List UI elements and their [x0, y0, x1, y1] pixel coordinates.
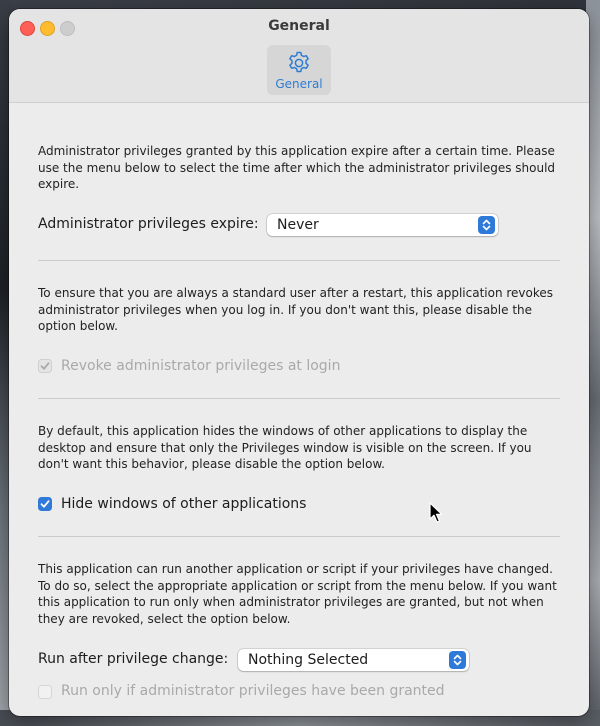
checkmark-icon — [40, 500, 50, 508]
section-divider — [38, 260, 560, 261]
tab-general-label: General — [275, 77, 323, 91]
hide-description: By default, this application hides the w… — [38, 424, 532, 471]
preferences-window: General General Administrator privileges… — [9, 9, 589, 716]
expire-label: Administrator privileges expire: — [38, 216, 259, 232]
hide-windows-checkbox-label: Hide windows of other applications — [61, 496, 307, 512]
window-toolbar: General General — [9, 9, 589, 103]
chevron-up-down-icon — [449, 651, 466, 669]
run-description: This application can run another applica… — [38, 562, 557, 626]
expire-popup[interactable]: Never — [267, 214, 498, 236]
chevron-up-down-icon — [478, 216, 495, 234]
hide-windows-checkbox[interactable] — [38, 497, 52, 511]
run-only-granted-checkbox-label: Run only if administrator privileges hav… — [61, 683, 445, 699]
run-label: Run after privilege change: — [38, 651, 229, 667]
expire-description: Administrator privileges granted by this… — [38, 144, 556, 191]
checkmark-icon — [40, 362, 50, 370]
tab-general[interactable]: General — [267, 45, 331, 95]
revoke-description: To ensure that you are always a standard… — [38, 286, 554, 333]
run-popup-value: Nothing Selected — [248, 652, 369, 668]
revoke-checkbox-label: Revoke administrator privileges at login — [61, 358, 341, 374]
section-divider — [38, 536, 560, 537]
mouse-pointer-icon — [429, 502, 443, 523]
run-popup[interactable]: Nothing Selected — [238, 649, 469, 671]
expire-popup-value: Never — [277, 217, 319, 233]
section-divider — [38, 398, 560, 399]
revoke-checkbox[interactable] — [38, 359, 52, 373]
run-only-granted-checkbox[interactable] — [38, 685, 52, 699]
window-title: General — [268, 18, 330, 34]
gear-icon — [289, 51, 309, 73]
